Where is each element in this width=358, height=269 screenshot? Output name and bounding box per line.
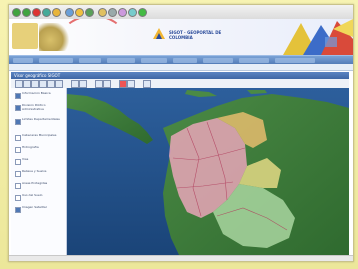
previous-extent-icon[interactable]	[95, 80, 103, 88]
print-icon[interactable]	[108, 8, 117, 17]
nav-item[interactable]	[107, 58, 135, 63]
geoportal-logo-icon	[153, 28, 165, 39]
layer-label: Áreas Protegidas	[22, 182, 48, 185]
print-icon[interactable]	[71, 80, 79, 88]
layer-label: Límites Departamentales	[22, 118, 60, 121]
coat-of-arms-icon	[12, 23, 38, 49]
browser-status-bar	[9, 255, 353, 261]
layer-item[interactable]: Cabeceras Municipales	[15, 134, 65, 144]
layer-checkbox[interactable]	[15, 147, 21, 153]
layers-icon[interactable]	[79, 80, 87, 88]
layer-checkbox[interactable]	[15, 207, 21, 213]
zoom-out-icon[interactable]	[23, 80, 31, 88]
layer-checkbox[interactable]	[15, 183, 21, 189]
layer-item[interactable]: Hidrografía	[15, 146, 65, 156]
history-icon[interactable]	[85, 8, 94, 17]
refresh-icon[interactable]	[42, 8, 51, 17]
layer-checkbox[interactable]	[15, 135, 21, 141]
layer-item[interactable]: Imagen Satelital	[15, 206, 65, 216]
layer-checkbox[interactable]	[15, 195, 21, 201]
layer-item[interactable]: Uso del Suelo	[15, 194, 65, 204]
layer-label: Vías	[22, 158, 29, 161]
nav-item[interactable]	[141, 58, 167, 63]
decorative-arc	[61, 19, 125, 55]
home-icon[interactable]	[52, 8, 61, 17]
layer-item[interactable]: Información Básica	[15, 92, 65, 102]
search-icon[interactable]	[65, 8, 74, 17]
layer-item[interactable]: Límites Departamentales	[15, 118, 65, 128]
layer-checkbox[interactable]	[15, 119, 21, 125]
viewer-panel-header: Visor geográfico SIGOT	[11, 72, 349, 79]
mail-icon[interactable]	[98, 8, 107, 17]
layer-checkbox[interactable]	[15, 105, 21, 111]
site-logo-text[interactable]: SIGOT · GEOPORTAL DE COLOMBIA	[169, 30, 239, 40]
forward-icon[interactable]	[22, 8, 31, 17]
layer-label: Cabeceras Municipales	[22, 134, 57, 137]
layer-label: Hidrografía	[22, 146, 39, 149]
nav-item[interactable]	[39, 58, 73, 63]
site-banner: SIGOT · GEOPORTAL DE COLOMBIA	[9, 19, 353, 55]
clear-icon[interactable]	[127, 80, 135, 88]
nav-item[interactable]	[203, 58, 233, 63]
layer-checkbox[interactable]	[15, 159, 21, 165]
layer-checkbox[interactable]	[15, 171, 21, 177]
layer-label: División Político Administrativa	[22, 104, 46, 111]
discuss-icon[interactable]	[128, 8, 137, 17]
layer-label: Imagen Satelital	[22, 206, 47, 209]
full-extent-icon[interactable]	[39, 80, 47, 88]
layer-label: Relieve y Suelos	[22, 170, 47, 173]
layer-checkbox[interactable]	[15, 93, 21, 99]
layer-item[interactable]: División Político Administrativa	[15, 104, 65, 114]
measure-icon[interactable]	[55, 80, 63, 88]
layer-item[interactable]: Relieve y Suelos	[15, 170, 65, 180]
edit-icon[interactable]	[118, 8, 127, 17]
layer-item[interactable]: Áreas Protegidas	[15, 182, 65, 192]
sub-nav	[9, 64, 353, 71]
nav-item[interactable]	[239, 58, 269, 63]
map-collage-graphic	[283, 19, 353, 55]
browser-toolbar	[9, 5, 353, 20]
layer-label: Información Básica	[22, 92, 51, 95]
nav-item[interactable]	[79, 58, 101, 63]
nav-item[interactable]	[13, 58, 33, 63]
nav-item[interactable]	[275, 58, 315, 63]
messenger-icon[interactable]	[138, 8, 147, 17]
select-icon[interactable]	[119, 80, 127, 88]
browser-window: SIGOT · GEOPORTAL DE COLOMBIA Visor geog…	[8, 4, 354, 262]
layer-item[interactable]: Vías	[15, 158, 65, 168]
zoom-in-icon[interactable]	[15, 80, 23, 88]
viewer-title: Visor geográfico SIGOT	[14, 73, 61, 78]
pan-icon[interactable]	[31, 80, 39, 88]
layer-label: Uso del Suelo	[22, 194, 43, 197]
map-canvas[interactable]	[67, 88, 349, 255]
next-extent-icon[interactable]	[103, 80, 111, 88]
nav-item[interactable]	[173, 58, 197, 63]
stop-icon[interactable]	[32, 8, 41, 17]
help-icon[interactable]	[143, 80, 151, 88]
layers-sidebar: Información Básica División Político Adm…	[11, 88, 67, 255]
back-icon[interactable]	[12, 8, 21, 17]
favorites-icon[interactable]	[75, 8, 84, 17]
identify-icon[interactable]	[47, 80, 55, 88]
